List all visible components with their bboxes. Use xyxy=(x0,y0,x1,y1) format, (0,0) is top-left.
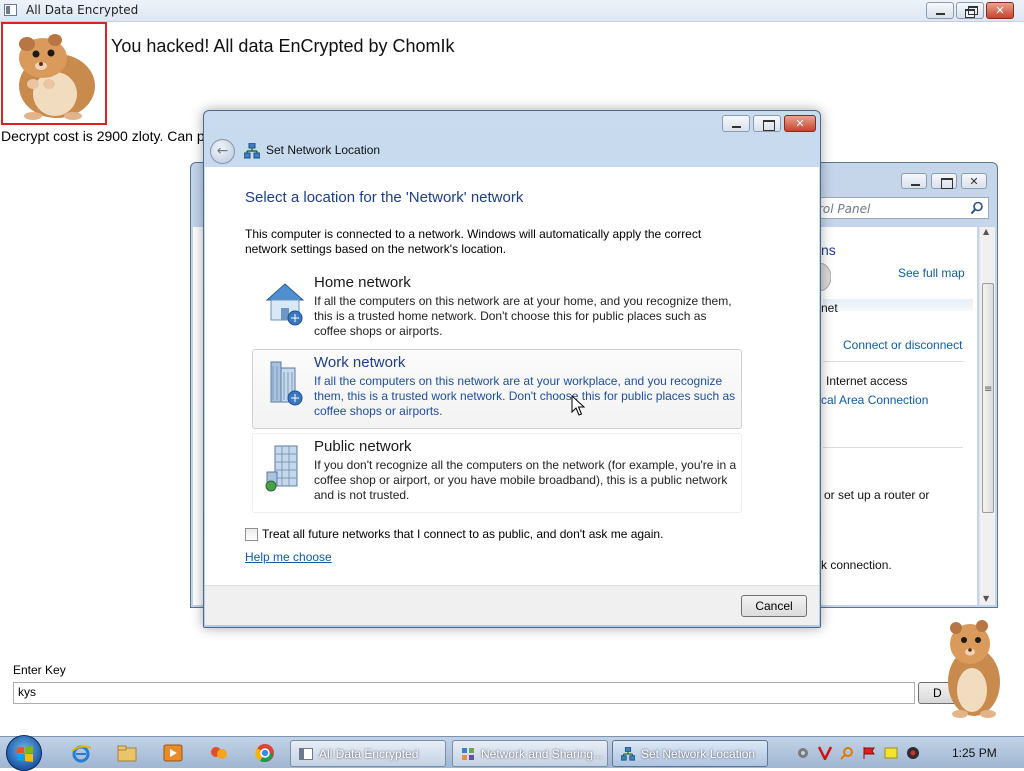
cp-divider xyxy=(823,447,963,448)
app-close-button[interactable] xyxy=(986,2,1014,19)
search-icon[interactable] xyxy=(970,201,984,215)
app-caption-buttons xyxy=(926,2,1014,19)
tray-flag-icon[interactable] xyxy=(862,746,876,760)
ransom-headline: You hacked! All data EnCrypted by ChomIk xyxy=(111,36,455,56)
app-window-icon xyxy=(299,748,313,760)
mouse-cursor-icon xyxy=(571,395,585,416)
cp-search-box[interactable]: rol Panel xyxy=(807,197,989,219)
set-network-location-dialog: Set Network Location Select a location f… xyxy=(203,110,821,628)
work-network-description: If all the computers on this network are… xyxy=(314,374,736,418)
taskbar-button-label: All Data Encrypted xyxy=(319,747,419,761)
public-network-icon xyxy=(265,445,298,492)
cp-caption-buttons xyxy=(901,173,987,189)
start-button[interactable] xyxy=(6,735,42,771)
public-network-option[interactable]: Public network If you don't recognize al… xyxy=(252,433,742,513)
cp-access-type: Internet access xyxy=(826,374,908,388)
app-minimize-button[interactable] xyxy=(926,2,954,19)
dialog-body: Select a location for the 'Network' netw… xyxy=(205,167,819,585)
tray-antivirus-icon[interactable] xyxy=(818,746,832,760)
home-network-option[interactable]: Home network If all the computers on thi… xyxy=(252,269,742,349)
dialog-minimize-button[interactable] xyxy=(722,115,750,132)
decrypt-cost-text: Decrypt cost is 2900 zloty. Can pa xyxy=(1,128,213,144)
cp-section-heading: ns xyxy=(821,242,836,258)
cp-divider xyxy=(823,361,963,362)
work-network-option[interactable]: Work network If all the computers on thi… xyxy=(252,349,742,429)
app-window-title: All Data Encrypted xyxy=(26,3,139,17)
local-area-connection-link[interactable]: cal Area Connection xyxy=(821,393,928,407)
scroll-down-arrow-icon[interactable]: ▼ xyxy=(983,594,989,603)
media-player-icon[interactable] xyxy=(162,742,184,764)
app-window-icon xyxy=(4,4,17,16)
tray-gear-icon[interactable] xyxy=(796,746,810,760)
wine-app-icon[interactable] xyxy=(208,742,230,764)
public-network-description: If you don't recognize all the computers… xyxy=(314,458,737,502)
hamster-picture xyxy=(19,34,95,120)
taskbar-button-label: Network and Sharing... xyxy=(481,747,604,761)
chrome-icon[interactable] xyxy=(254,742,276,764)
taskbar-button-network-sharing[interactable]: Network and Sharing... xyxy=(452,740,608,767)
treat-public-checkbox[interactable] xyxy=(245,528,258,541)
app-restore-button[interactable] xyxy=(956,2,984,19)
see-full-map-link[interactable]: See full map xyxy=(898,266,965,280)
control-panel-icon xyxy=(462,748,474,760)
hamster-image xyxy=(1,22,107,125)
system-tray: 1:25 PM xyxy=(788,737,1024,769)
dialog-close-button[interactable] xyxy=(784,115,816,132)
tray-search-icon[interactable] xyxy=(840,746,854,760)
home-network-icon xyxy=(265,283,305,326)
internet-explorer-icon[interactable] xyxy=(70,742,92,764)
cp-internet-text: net xyxy=(821,301,838,315)
connect-or-disconnect-link[interactable]: Connect or disconnect xyxy=(843,338,962,352)
cp-scrollbar[interactable]: ▲ ▼ xyxy=(979,227,995,605)
home-network-title: Home network xyxy=(314,274,411,291)
enter-key-label: Enter Key xyxy=(13,663,66,677)
public-network-title: Public network xyxy=(314,438,412,455)
cp-maximize-button[interactable] xyxy=(931,173,957,189)
app-titlebar: All Data Encrypted xyxy=(0,0,1024,22)
taskbar-button-all-data-encrypted[interactable]: All Data Encrypted xyxy=(290,740,446,767)
tray-volume-icon[interactable] xyxy=(906,746,920,760)
explorer-folder-icon[interactable] xyxy=(116,742,138,764)
cp-search-placeholder: rol Panel xyxy=(818,202,871,216)
taskbar: All Data Encrypted Network and Sharing..… xyxy=(0,735,1024,771)
taskbar-button-set-network-location[interactable]: Set Network Location xyxy=(612,740,768,767)
home-network-description: If all the computers on this network are… xyxy=(314,294,732,338)
network-icon xyxy=(244,143,260,159)
work-network-title: Work network xyxy=(314,354,406,371)
work-network-icon xyxy=(270,361,303,406)
cp-router-text: or set up a router or xyxy=(824,488,930,502)
taskbar-clock[interactable]: 1:25 PM xyxy=(952,746,997,760)
treat-public-checkbox-label[interactable]: Treat all future networks that I connect… xyxy=(262,527,663,541)
taskbar-button-label: Set Network Location xyxy=(641,747,756,761)
hamster-mascot xyxy=(948,620,1000,718)
dialog-heading: Select a location for the 'Network' netw… xyxy=(245,189,524,206)
dialog-footer: Cancel xyxy=(205,585,819,625)
cp-section-band xyxy=(823,299,973,311)
cancel-button[interactable]: Cancel xyxy=(741,595,807,617)
help-me-choose-link[interactable]: Help me choose xyxy=(245,550,332,564)
dialog-maximize-button[interactable] xyxy=(753,115,781,132)
key-input[interactable]: kys xyxy=(13,682,915,704)
back-arrow-button[interactable] xyxy=(210,139,235,164)
scroll-up-arrow-icon[interactable]: ▲ xyxy=(983,227,989,236)
cp-minimize-button[interactable] xyxy=(901,173,927,189)
windows-logo-icon xyxy=(17,746,33,762)
dialog-title: Set Network Location xyxy=(266,143,381,157)
cp-connection-text: k connection. xyxy=(821,558,892,572)
dialog-caption-buttons xyxy=(722,115,816,132)
network-icon xyxy=(621,747,635,761)
dialog-intro-text: This computer is connected to a network.… xyxy=(245,227,702,256)
tray-notes-icon[interactable] xyxy=(884,746,898,760)
cp-close-button[interactable] xyxy=(961,173,987,189)
cp-scroll-thumb[interactable] xyxy=(982,283,994,513)
